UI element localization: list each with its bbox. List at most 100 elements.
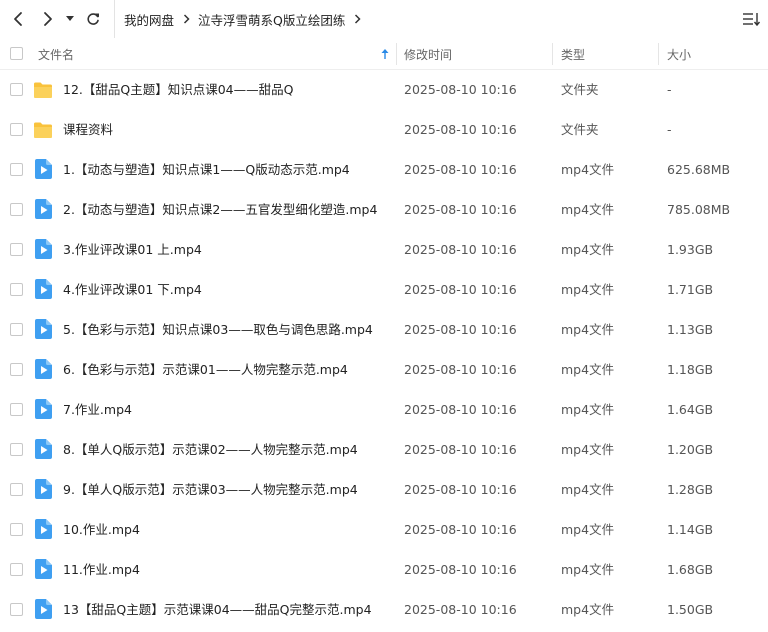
video-file-icon [35, 199, 55, 219]
file-modified: 2025-08-10 10:16 [404, 362, 517, 377]
file-name[interactable]: 课程资料 [63, 110, 113, 150]
row-checkbox[interactable] [10, 163, 23, 176]
file-name[interactable]: 9.【单人Q版示范】示范课03——人物完整示范.mp4 [63, 470, 358, 510]
folder-icon [33, 81, 53, 101]
file-row[interactable]: 课程资料 2025-08-10 10:16 文件夹 - [0, 110, 768, 150]
video-file-icon [35, 439, 55, 459]
sort-ascending-icon[interactable] [381, 38, 389, 70]
file-row[interactable]: 10.作业.mp4 2025-08-10 10:16 mp4文件 1.14GB [0, 510, 768, 550]
file-type: mp4文件 [561, 322, 615, 337]
file-name[interactable]: 4.作业评改课01 下.mp4 [63, 270, 202, 310]
history-dropdown[interactable] [62, 8, 78, 30]
file-type: mp4文件 [561, 522, 615, 537]
file-row[interactable]: 1.【动态与塑造】知识点课1——Q版动态示范.mp4 2025-08-10 10:… [0, 150, 768, 190]
file-size: 1.71GB [667, 282, 714, 297]
file-modified: 2025-08-10 10:16 [404, 402, 517, 417]
file-type: mp4文件 [561, 562, 615, 577]
file-name[interactable]: 11.作业.mp4 [63, 550, 140, 590]
file-modified: 2025-08-10 10:16 [404, 322, 517, 337]
file-size: 785.08MB [667, 202, 731, 217]
file-row[interactable]: 4.作业评改课01 下.mp4 2025-08-10 10:16 mp4文件 1.71… [0, 270, 768, 310]
file-size: 1.64GB [667, 402, 714, 417]
file-modified: 2025-08-10 10:16 [404, 82, 517, 97]
file-size: 1.50GB [667, 602, 714, 617]
row-checkbox[interactable] [10, 363, 23, 376]
file-name[interactable]: 7.作业.mp4 [63, 390, 132, 430]
file-modified: 2025-08-10 10:16 [404, 282, 517, 297]
chevron-right-icon [44, 12, 52, 26]
row-checkbox[interactable] [10, 483, 23, 496]
row-checkbox[interactable] [10, 603, 23, 616]
file-size: 1.13GB [667, 322, 714, 337]
refresh-icon [87, 13, 99, 25]
video-file-icon [35, 319, 55, 339]
row-checkbox[interactable] [10, 123, 23, 136]
file-type: 文件夹 [561, 122, 599, 137]
file-row[interactable]: 2.【动态与塑造】知识点课2——五官发型细化塑造.mp4 2025-08-10 1… [0, 190, 768, 230]
column-divider[interactable] [658, 43, 659, 65]
row-checkbox[interactable] [10, 403, 23, 416]
file-modified: 2025-08-10 10:16 [404, 162, 517, 177]
file-type: mp4文件 [561, 282, 615, 297]
file-name[interactable]: 2.【动态与塑造】知识点课2——五官发型细化塑造.mp4 [63, 190, 377, 230]
file-row[interactable]: 13【甜品Q主题】示范课课04——甜品Q完整示范.mp4 2025-08-10 1… [0, 590, 768, 630]
header-name[interactable]: 文件名 [38, 38, 74, 70]
file-size: 1.14GB [667, 522, 714, 537]
refresh-button[interactable] [82, 8, 104, 30]
file-name[interactable]: 12.【甜品Q主题】知识点课04——甜品Q [63, 70, 293, 110]
toolbar: 我的网盘 泣寺浮雪萌系Q版立绘团练 [0, 0, 768, 38]
file-type: mp4文件 [561, 202, 615, 217]
file-modified: 2025-08-10 10:16 [404, 602, 517, 617]
file-name[interactable]: 6.【色彩与示范】示范课01——人物完整示范.mp4 [63, 350, 348, 390]
file-row[interactable]: 3.作业评改课01 上.mp4 2025-08-10 10:16 mp4文件 1.93… [0, 230, 768, 270]
file-name[interactable]: 10.作业.mp4 [63, 510, 140, 550]
file-type: mp4文件 [561, 242, 615, 257]
header-type[interactable]: 类型 [561, 38, 585, 70]
back-button[interactable] [7, 8, 29, 30]
video-file-icon [35, 399, 55, 419]
forward-button[interactable] [37, 8, 59, 30]
breadcrumb-current-folder[interactable]: 泣寺浮雪萌系Q版立绘团练 [198, 10, 345, 29]
row-checkbox[interactable] [10, 443, 23, 456]
file-row[interactable]: 12.【甜品Q主题】知识点课04——甜品Q 2025-08-10 10:16 文件夹… [0, 70, 768, 110]
file-name[interactable]: 13【甜品Q主题】示范课课04——甜品Q完整示范.mp4 [63, 590, 372, 630]
file-name[interactable]: 5.【色彩与示范】知识点课03——取色与调色思路.mp4 [63, 310, 373, 350]
file-type: 文件夹 [561, 82, 599, 97]
row-checkbox[interactable] [10, 203, 23, 216]
file-name[interactable]: 1.【动态与塑造】知识点课1——Q版动态示范.mp4 [63, 150, 350, 190]
file-name[interactable]: 3.作业评改课01 上.mp4 [63, 230, 202, 270]
file-row[interactable]: 11.作业.mp4 2025-08-10 10:16 mp4文件 1.68GB [0, 550, 768, 590]
header-modified[interactable]: 修改时间 [404, 38, 452, 70]
file-modified: 2025-08-10 10:16 [404, 242, 517, 257]
header-size[interactable]: 大小 [667, 38, 691, 70]
row-checkbox[interactable] [10, 243, 23, 256]
file-modified: 2025-08-10 10:16 [404, 202, 517, 217]
file-row[interactable]: 5.【色彩与示范】知识点课03——取色与调色思路.mp4 2025-08-10 1… [0, 310, 768, 350]
column-divider[interactable] [396, 43, 397, 65]
file-row[interactable]: 8.【单人Q版示范】示范课02——人物完整示范.mp4 2025-08-10 10… [0, 430, 768, 470]
row-checkbox[interactable] [10, 83, 23, 96]
file-type: mp4文件 [561, 442, 615, 457]
column-header: 文件名 修改时间 类型 大小 [0, 38, 768, 70]
file-row[interactable]: 7.作业.mp4 2025-08-10 10:16 mp4文件 1.64GB [0, 390, 768, 430]
file-type: mp4文件 [561, 402, 615, 417]
row-checkbox[interactable] [10, 323, 23, 336]
file-row[interactable]: 6.【色彩与示范】示范课01——人物完整示范.mp4 2025-08-10 10:… [0, 350, 768, 390]
file-size: 1.68GB [667, 562, 714, 577]
video-file-icon [35, 519, 55, 539]
row-checkbox[interactable] [10, 563, 23, 576]
file-name[interactable]: 8.【单人Q版示范】示范课02——人物完整示范.mp4 [63, 430, 358, 470]
file-modified: 2025-08-10 10:16 [404, 122, 517, 137]
select-all-checkbox[interactable] [10, 47, 23, 60]
file-type: mp4文件 [561, 162, 615, 177]
file-row[interactable]: 9.【单人Q版示范】示范课03——人物完整示范.mp4 2025-08-10 10… [0, 470, 768, 510]
row-checkbox[interactable] [10, 283, 23, 296]
folder-icon [33, 121, 53, 141]
sort-view-button[interactable] [742, 10, 762, 28]
breadcrumb-root[interactable]: 我的网盘 [124, 10, 174, 29]
row-checkbox[interactable] [10, 523, 23, 536]
file-modified: 2025-08-10 10:16 [404, 482, 517, 497]
video-file-icon [35, 359, 55, 379]
chevron-right-icon [354, 14, 361, 24]
column-divider[interactable] [552, 43, 553, 65]
